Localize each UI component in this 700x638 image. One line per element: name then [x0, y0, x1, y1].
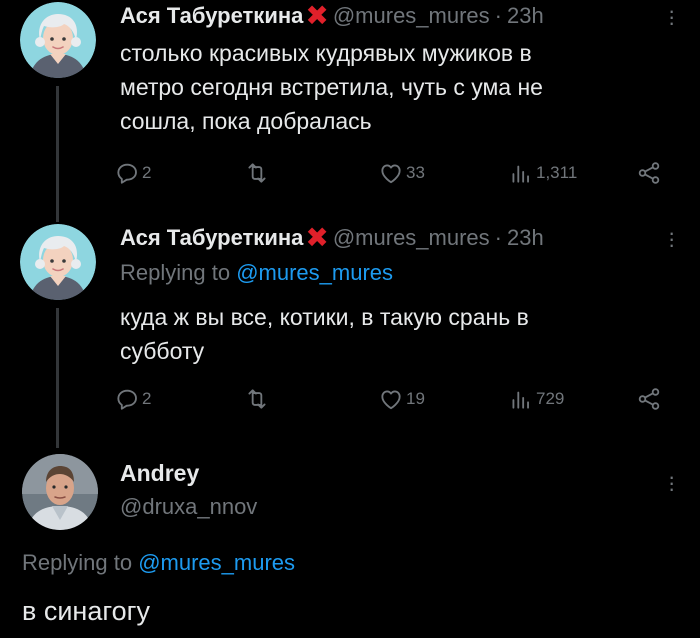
- author-name[interactable]: Ася Табуреткина: [120, 225, 303, 251]
- like-count: 33: [406, 163, 425, 182]
- thread-line: [56, 86, 59, 222]
- like-button[interactable]: 33: [378, 160, 425, 186]
- cross-mark-icon: ✖: [305, 0, 329, 31]
- text-line: метро сегодня встретила, чуть с ума не: [120, 74, 543, 100]
- author-handle[interactable]: @druxa_nnov: [120, 494, 257, 520]
- share-button[interactable]: [636, 386, 662, 412]
- tweet-text: столько красивых кудрявых мужиков в метр…: [120, 36, 660, 138]
- views-count: 729: [536, 389, 565, 408]
- timestamp[interactable]: 23h: [507, 225, 544, 251]
- text-line: сошла, пока добралась: [120, 108, 372, 134]
- author-handle[interactable]: @mures_mures: [333, 225, 490, 251]
- views-icon: [508, 160, 534, 186]
- tweet-2[interactable]: Ася Табуреткина ✖ @mures_mures · 23h · · ·…: [0, 222, 700, 448]
- separator: ·: [494, 225, 502, 250]
- reply-icon: [114, 386, 140, 412]
- main-tweet[interactable]: Andrey @druxa_nnov · · · Replying to @mure…: [0, 448, 700, 638]
- tweet-actions: 2 19 729: [114, 386, 674, 416]
- more-icon[interactable]: · · ·: [668, 222, 675, 256]
- text-line: столько красивых кудрявых мужиков в: [120, 40, 532, 66]
- avatar[interactable]: [22, 454, 98, 530]
- views-icon: [508, 386, 534, 412]
- like-button[interactable]: 19: [378, 386, 425, 412]
- reply-button[interactable]: 2: [114, 386, 151, 412]
- views-button[interactable]: 729: [508, 386, 564, 412]
- author-name[interactable]: Ася Табуреткина: [120, 3, 303, 29]
- avatar[interactable]: [20, 2, 96, 78]
- like-count: 19: [406, 389, 425, 408]
- reply-count: 2: [142, 163, 152, 182]
- avatar[interactable]: [20, 224, 96, 300]
- reply-button[interactable]: 2: [114, 160, 151, 186]
- retweet-icon: [244, 160, 270, 186]
- text-line: субботу: [120, 338, 205, 364]
- tweet-header: Ася Табуреткина ✖ @mures_mures · 23h: [120, 2, 544, 30]
- views-count: 1,311: [536, 163, 578, 182]
- replying-to: Replying to @mures_mures: [22, 550, 295, 576]
- mention-link[interactable]: @mures_mures: [236, 260, 393, 285]
- author-name[interactable]: Andrey: [120, 460, 199, 487]
- tweet-header: Ася Табуреткина ✖ @mures_mures · 23h: [120, 224, 544, 252]
- retweet-icon: [244, 386, 270, 412]
- more-icon[interactable]: · · ·: [668, 0, 675, 34]
- tweet-1[interactable]: Ася Табуреткина ✖ @mures_mures · 23h · · ·…: [0, 0, 700, 222]
- retweet-button[interactable]: [244, 386, 272, 412]
- more-icon[interactable]: · · ·: [668, 466, 675, 500]
- share-icon: [636, 160, 662, 186]
- text-line: куда ж вы все, котики, в такую срань в: [120, 304, 529, 330]
- mention-link[interactable]: @mures_mures: [138, 550, 295, 575]
- thread-line: [56, 308, 59, 448]
- retweet-button[interactable]: [244, 160, 272, 186]
- replying-to: Replying to @mures_mures: [120, 260, 393, 286]
- views-button[interactable]: 1,311: [508, 160, 577, 186]
- share-button[interactable]: [636, 160, 662, 186]
- tweet-text: куда ж вы все, котики, в такую срань в с…: [120, 300, 660, 368]
- like-icon: [378, 160, 404, 186]
- reply-count: 2: [142, 389, 152, 408]
- like-icon: [378, 386, 404, 412]
- share-icon: [636, 386, 662, 412]
- replying-prefix: Replying to: [120, 260, 237, 285]
- reply-icon: [114, 160, 140, 186]
- separator: ·: [494, 3, 502, 28]
- cross-mark-icon: ✖: [305, 222, 329, 253]
- tweet-text: в синагогу: [22, 596, 150, 626]
- author-handle[interactable]: @mures_mures: [333, 3, 490, 29]
- tweet-actions: 2 33 1,311: [114, 160, 674, 190]
- replying-prefix: Replying to: [22, 550, 139, 575]
- timestamp[interactable]: 23h: [507, 3, 544, 29]
